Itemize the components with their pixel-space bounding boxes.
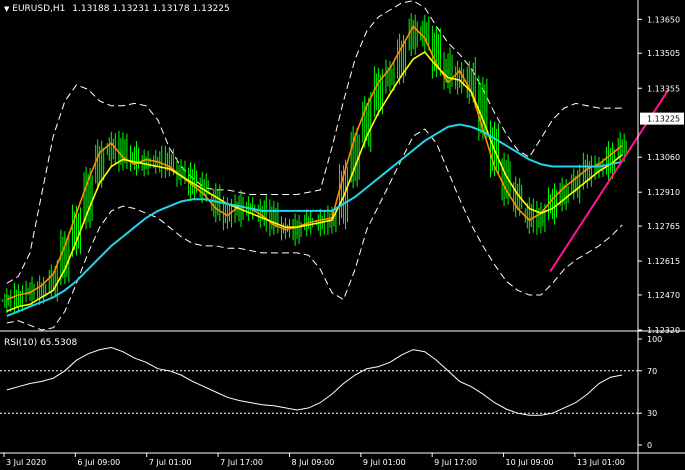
rsi-tick-label: 0 <box>647 441 652 450</box>
rsi-tick-label: 100 <box>647 335 662 344</box>
time-tick-label: 9 Jul 17:00 <box>434 458 477 467</box>
symbol-label: EURUSD,H1 <box>12 4 66 14</box>
ohlc-values: 1.13188 1.13231 1.13178 1.13225 <box>72 4 230 14</box>
chart-canvas[interactable]: 1.13650 1.13505 1.13355 1.13060 1.12910 1.127… <box>0 0 685 470</box>
price-tick-label: 1.12910 <box>647 188 680 197</box>
time-tick-label: 13 Jul 01:00 <box>577 458 625 467</box>
rsi-label: RSI(10) 65.5308 <box>4 338 78 348</box>
time-tick-label: 6 Jul 09:00 <box>77 458 120 467</box>
chevron-down-icon[interactable]: ▼ <box>4 5 9 13</box>
rsi-tick-label: 30 <box>647 409 657 418</box>
price-tick-label: 1.12615 <box>647 257 680 266</box>
rsi-header: RSI(10) 65.5308 <box>4 338 77 348</box>
time-tick-label: 9 Jul 01:00 <box>363 458 406 467</box>
price-tick-label: 1.13355 <box>647 84 680 93</box>
time-tick-label: 3 Jul 2020 <box>6 458 46 467</box>
price-tick-label: 1.12470 <box>647 291 680 300</box>
time-tick-label: 7 Jul 01:00 <box>149 458 192 467</box>
time-tick-label: 7 Jul 17:00 <box>220 458 263 467</box>
time-tick-label: 8 Jul 09:00 <box>291 458 334 467</box>
symbol-header: ▼ EURUSD,H1 1.13188 1.13231 1.13178 1.13… <box>4 4 230 14</box>
current-price-label: 1.13225 <box>647 115 680 124</box>
time-tick-label: 10 Jul 09:00 <box>506 458 554 467</box>
rsi-tick-label: 70 <box>647 367 657 376</box>
price-tick-label: 1.13650 <box>647 15 680 24</box>
price-tick-label: 1.13060 <box>647 153 680 162</box>
price-tick-label: 1.13505 <box>647 49 680 58</box>
price-tick-label: 1.12320 <box>647 326 680 335</box>
price-tick-label: 1.12765 <box>647 222 680 231</box>
